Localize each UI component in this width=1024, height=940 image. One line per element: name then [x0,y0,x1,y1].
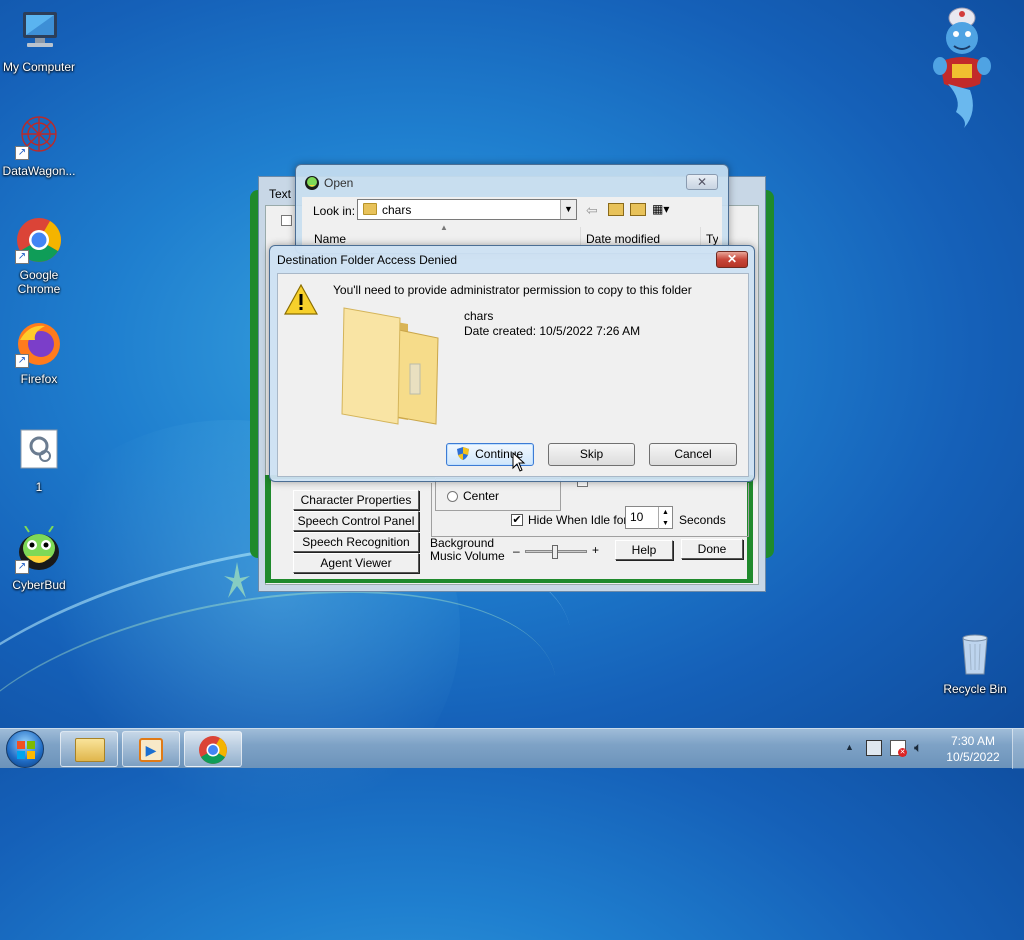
volume-slider[interactable] [525,545,587,559]
checkbox-checked[interactable]: ✔ [511,514,523,526]
close-icon: ✕ [696,175,708,189]
desktop-icon-label: Firefox [20,372,58,386]
spinner-down-button[interactable]: ▼ [658,518,672,529]
volume-minus-label: – [513,544,520,558]
cancel-button[interactable]: Cancel [649,443,737,466]
sort-arrow-icon: ▲ [440,223,448,232]
volume-icon[interactable]: 🔈︎ [914,739,922,756]
taskbar-media-player-button[interactable]: ▶ [122,731,180,767]
up-folder-icon[interactable] [608,203,624,216]
genie-agent-character[interactable] [926,2,998,130]
desktop-icon-google-chrome[interactable]: ↗ Google Chrome [0,216,78,296]
seconds-label: Seconds [679,513,726,527]
clock-date[interactable]: 10/5/2022 [944,750,1002,764]
shortcut-arrow-icon: ↗ [15,354,29,368]
character-properties-button[interactable]: Character Properties [293,490,419,510]
wallpaper-windows-logo [222,560,252,600]
look-in-label: Look in: [313,204,356,218]
folder-date-created: Date created: 10/5/2022 7:26 AM [464,324,641,338]
view-menu-icon[interactable]: ▦▾ [652,202,680,217]
agent-viewer-button[interactable]: Agent Viewer [293,553,419,573]
desktop-icon-label: CyberBud [12,578,66,592]
radio-button[interactable] [447,490,458,502]
desktop-icon-firefox[interactable]: ↗ Firefox [0,320,78,386]
warning-icon [283,283,319,316]
folder-large-icon [338,304,450,430]
network-icon[interactable] [866,740,882,756]
idle-seconds-value[interactable]: 10 [630,510,643,524]
windows-logo-icon [17,741,35,759]
show-desktop-button[interactable] [1012,729,1024,769]
volume-plus-label: + [592,543,600,557]
open-dialog-title: Open [324,176,354,190]
access-denied-title: Destination Folder Access Denied [277,253,458,267]
dropdown-arrow-icon[interactable]: ▼ [560,200,576,219]
chrome-icon: ↗ [15,216,63,264]
cyberbud-icon: ↗ [15,525,63,574]
idle-seconds-spinner[interactable]: 10 ▲ ▼ [625,506,673,529]
access-denied-dialog: Destination Folder Access Denied ✕ You'l… [269,245,755,482]
volume-slider-thumb[interactable] [552,545,558,559]
shortcut-arrow-icon: ↗ [15,146,29,160]
agent-small-icon [304,174,320,190]
access-denied-message: You'll need to provide administrator per… [333,283,692,297]
access-denied-close-button[interactable]: ✕ [716,251,748,268]
media-player-icon: ▶ [139,738,163,762]
done-button[interactable]: Done [681,539,743,559]
clock-time[interactable]: 7:30 AM [950,734,996,748]
speech-recognition-button[interactable]: Speech Recognition [293,532,419,552]
taskbar: ▶ ▲ ✕ 🔈︎ 7:30 AM 10/5/2022 [0,728,1024,769]
look-in-value: chars [382,203,412,217]
datawagon-icon: ↗ [15,112,63,160]
open-dialog-close-button[interactable]: ✕ [686,174,718,190]
hide-when-idle-label: Hide When Idle for [528,513,628,527]
desktop-icon-datawagon[interactable]: ↗ DataWagon... [0,112,78,178]
back-arrow-icon[interactable]: ⇦ [586,202,598,219]
open-dialog: Open ✕ Look in: chars ▼ ⇦ ▦▾ Name ▲ Date… [295,164,729,254]
uac-shield-icon [456,446,469,460]
settings-file-icon [15,428,63,476]
folder-icon [363,203,377,215]
desktop-icon-label: 1 [35,480,43,494]
column-header-date-modified[interactable]: Date modified [586,232,660,246]
action-center-icon[interactable]: ✕ [890,740,907,757]
spinner-up-button[interactable]: ▲ [658,507,672,518]
desktop-icon-label: Recycle Bin [943,682,1007,696]
new-folder-icon[interactable] [630,203,646,216]
background-music-label: Background Music Volume [430,536,505,563]
shortcut-arrow-icon: ↗ [15,250,29,264]
help-button[interactable]: Help [615,540,673,560]
taskbar-explorer-button[interactable] [60,731,118,767]
agent-checkbox[interactable] [281,215,292,226]
desktop-icon-label: DataWagon... [2,164,76,178]
mouse-cursor-icon [512,451,526,472]
look-in-combobox[interactable]: chars ▼ [357,199,577,220]
folder-name: chars [464,309,494,323]
agent-window-title: Text [269,187,292,201]
chrome-icon [198,735,228,765]
desktop-icon-cyberbud[interactable]: ↗ CyberBud [0,525,78,592]
computer-icon [15,8,63,56]
taskbar-chrome-button[interactable] [184,731,242,767]
shortcut-arrow-icon: ↗ [15,560,29,574]
radio-label: Center [463,489,500,503]
recycle-bin-icon [951,630,999,678]
firefox-icon: ↗ [15,320,63,368]
desktop-icon-1[interactable]: 1 [0,428,78,494]
skip-button[interactable]: Skip [548,443,635,466]
column-header-name[interactable]: Name [314,232,346,246]
folder-icon [75,738,105,762]
column-header-type[interactable]: Ty [706,232,718,246]
close-icon: ✕ [726,252,738,266]
start-button[interactable] [6,730,44,768]
desktop-icon-label: Google Chrome [17,268,61,296]
speech-control-panel-button[interactable]: Speech Control Panel [293,511,419,531]
desktop-icon-recycle-bin[interactable]: Recycle Bin [936,630,1014,696]
desktop-icon-label: My Computer [2,60,76,74]
hide-when-idle-checkbox[interactable]: ✔ Hide When Idle for [511,513,627,527]
radio-center[interactable]: Center [447,489,499,503]
show-hidden-icons-button[interactable]: ▲ [845,742,854,752]
desktop-icon-my-computer[interactable]: My Computer [0,8,78,74]
